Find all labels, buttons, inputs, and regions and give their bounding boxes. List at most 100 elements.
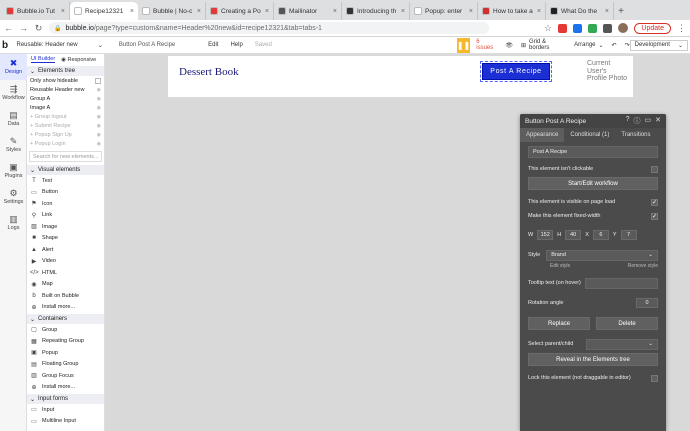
rail-item-plugins[interactable]: ▣ Plugins — [0, 158, 27, 184]
eye-icon[interactable]: ◉ — [97, 105, 101, 111]
rail-item-logs[interactable]: ▥ Logs — [0, 210, 27, 236]
eye-icon[interactable]: ◉ — [97, 132, 101, 138]
button-label-input[interactable]: Post A Recipe — [528, 146, 658, 158]
element-palette-item[interactable]: ▥ Group Focus — [27, 370, 104, 382]
info-icon[interactable]: ⓘ — [634, 116, 641, 126]
undo-icon[interactable]: ↶ — [612, 42, 617, 49]
element-palette-item[interactable]: ⊕ Install more... — [27, 382, 104, 394]
tooltip-input[interactable] — [584, 277, 658, 289]
close-tab-icon[interactable]: × — [401, 8, 405, 15]
browser-tab[interactable]: What Do the × — [546, 2, 614, 20]
rail-item-styles[interactable]: ✎ Styles — [0, 132, 27, 158]
environment-selector[interactable]: Development ⌄ — [629, 39, 688, 51]
element-palette-item[interactable]: ▣ Popup — [27, 347, 104, 359]
update-button[interactable]: Update — [634, 22, 671, 34]
browser-tab[interactable]: Introducing th × — [342, 2, 410, 20]
more-vert-icon[interactable]: ⋮ — [677, 23, 686, 34]
element-palette-item[interactable]: ▲ Alert — [27, 244, 104, 256]
browser-tab[interactable]: Recipe12321 × — [70, 2, 138, 20]
element-palette-item[interactable]: b Built on Bubble — [27, 290, 104, 302]
url-input[interactable]: 🔒 bubble.io/page?type=custom&name=Header… — [49, 22, 489, 34]
only-show-hideable[interactable]: Only show hideable — [27, 76, 104, 85]
containers-header[interactable]: ⌄ Containers — [27, 314, 104, 324]
element-palette-item[interactable]: ⚲ Link — [27, 210, 104, 222]
rail-item-workflow[interactable]: ⇶ Workflow — [0, 80, 27, 106]
close-tab-icon[interactable]: × — [197, 8, 201, 15]
close-tab-icon[interactable]: × — [469, 8, 473, 15]
close-tab-icon[interactable]: × — [333, 8, 337, 15]
new-tab-icon[interactable]: + — [614, 2, 628, 20]
element-palette-item[interactable]: ▦ Repeating Group — [27, 336, 104, 348]
back-icon[interactable]: ← — [4, 23, 13, 33]
element-palette-item[interactable]: ▭ Input — [27, 404, 104, 416]
visible-on-load-checkbox[interactable] — [651, 198, 658, 206]
extension-icon[interactable] — [558, 23, 568, 33]
lock-checkbox[interactable] — [651, 374, 658, 382]
close-tab-icon[interactable]: × — [130, 8, 134, 15]
eye-icon[interactable]: ◉ — [97, 96, 101, 102]
extension-icon[interactable] — [573, 23, 583, 33]
bubble-logo[interactable]: b — [2, 40, 14, 51]
element-palette-item[interactable]: ▤ Floating Group — [27, 359, 104, 371]
page-canvas[interactable]: Dessert Book Post A Recipe Current User'… — [168, 56, 633, 97]
element-search-input[interactable]: Search for new elements... — [29, 151, 102, 162]
close-tab-icon[interactable]: × — [537, 8, 541, 15]
tree-item[interactable]: + Submit Recipe ◉ — [27, 121, 104, 130]
element-palette-item[interactable]: ■ Shape — [27, 233, 104, 245]
inspector-header[interactable]: Button Post A Recipe ? ⓘ ▭ ✕ — [520, 114, 666, 128]
close-tab-icon[interactable]: × — [265, 8, 269, 15]
tree-item[interactable]: + Popup Login ◉ — [27, 139, 104, 148]
rail-item-design[interactable]: ✖ Design — [0, 54, 27, 80]
element-palette-item[interactable]: ▶ Video — [27, 256, 104, 268]
star-icon[interactable]: ☆ — [543, 23, 552, 34]
rotation-input[interactable]: 0 — [636, 298, 658, 308]
style-dropdown[interactable]: Brand ⌄ — [546, 249, 658, 261]
browser-tab[interactable]: Mailinator × — [274, 2, 342, 20]
close-tab-icon[interactable]: × — [605, 8, 609, 15]
tab-responsive[interactable]: ◉ Responsive — [61, 57, 96, 63]
browser-tab[interactable]: Popup: enter × — [410, 2, 478, 20]
reload-icon[interactable]: ↻ — [34, 23, 43, 34]
rail-item-settings[interactable]: ⚙ Settings — [0, 184, 27, 210]
dessert-book-title[interactable]: Dessert Book — [179, 66, 239, 78]
parent-child-dropdown[interactable]: ⌄ — [586, 338, 658, 350]
remove-style-link[interactable]: Remove style — [628, 263, 658, 269]
tree-item[interactable]: + Popup Sign Up ◉ — [27, 130, 104, 139]
close-tab-icon[interactable]: × — [61, 8, 65, 15]
forward-icon[interactable]: → — [19, 23, 28, 33]
help-icon[interactable]: ? — [626, 116, 630, 126]
browser-tab[interactable]: Bubble.io Tut × — [2, 2, 70, 20]
elements-tree-header[interactable]: ⌄ Elements tree — [27, 66, 104, 76]
reveal-in-tree-button[interactable]: Reveal in the Elements tree — [528, 353, 658, 366]
input-forms-header[interactable]: ⌄ Input forms — [27, 394, 104, 404]
element-palette-item[interactable]: </> HTML — [27, 267, 104, 279]
y-input[interactable]: 7 — [620, 229, 637, 240]
page-selector[interactable]: Reusable: Header new ⌄ — [14, 42, 106, 49]
height-input[interactable]: 40 — [565, 229, 582, 240]
eye-icon[interactable]: ◉ — [97, 114, 101, 120]
tab-transitions[interactable]: Transitions — [615, 128, 656, 142]
element-palette-item[interactable]: ▨ Image — [27, 221, 104, 233]
browser-tab[interactable]: How to take a × — [478, 2, 546, 20]
tab-conditional[interactable]: Conditional (1) — [564, 128, 615, 142]
profile-photo-placeholder[interactable]: Current User's Profile Photo — [587, 60, 627, 83]
not-clickable-checkbox[interactable] — [651, 165, 658, 173]
element-palette-item[interactable]: T Text — [27, 175, 104, 187]
tree-item[interactable]: Reusable Header new ◉ — [27, 85, 104, 94]
element-palette-item[interactable]: ⚑ Icon — [27, 198, 104, 210]
browser-tab[interactable]: Creating a Po × — [206, 2, 274, 20]
replace-button[interactable]: Replace — [528, 317, 590, 330]
delete-button[interactable]: Delete — [596, 317, 658, 330]
arrange-menu[interactable]: Arrange ⌄ — [574, 42, 603, 49]
rail-item-data[interactable]: ▤ Data — [0, 106, 27, 132]
tab-appearance[interactable]: Appearance — [520, 128, 565, 142]
element-palette-item[interactable]: ⊕ Install more... — [27, 302, 104, 314]
element-palette-item[interactable]: ▭ Multiline Input — [27, 416, 104, 428]
pause-icon[interactable]: ❚❚ — [456, 37, 471, 53]
tree-item[interactable]: Group A ◉ — [27, 94, 104, 103]
profile-avatar[interactable] — [618, 23, 629, 33]
tree-item[interactable]: Image A ◉ — [27, 103, 104, 112]
post-recipe-button[interactable]: Post A Recipe — [480, 61, 552, 82]
element-palette-item[interactable]: ▢ Group — [27, 324, 104, 336]
only-show-hideable-checkbox[interactable] — [95, 77, 101, 84]
